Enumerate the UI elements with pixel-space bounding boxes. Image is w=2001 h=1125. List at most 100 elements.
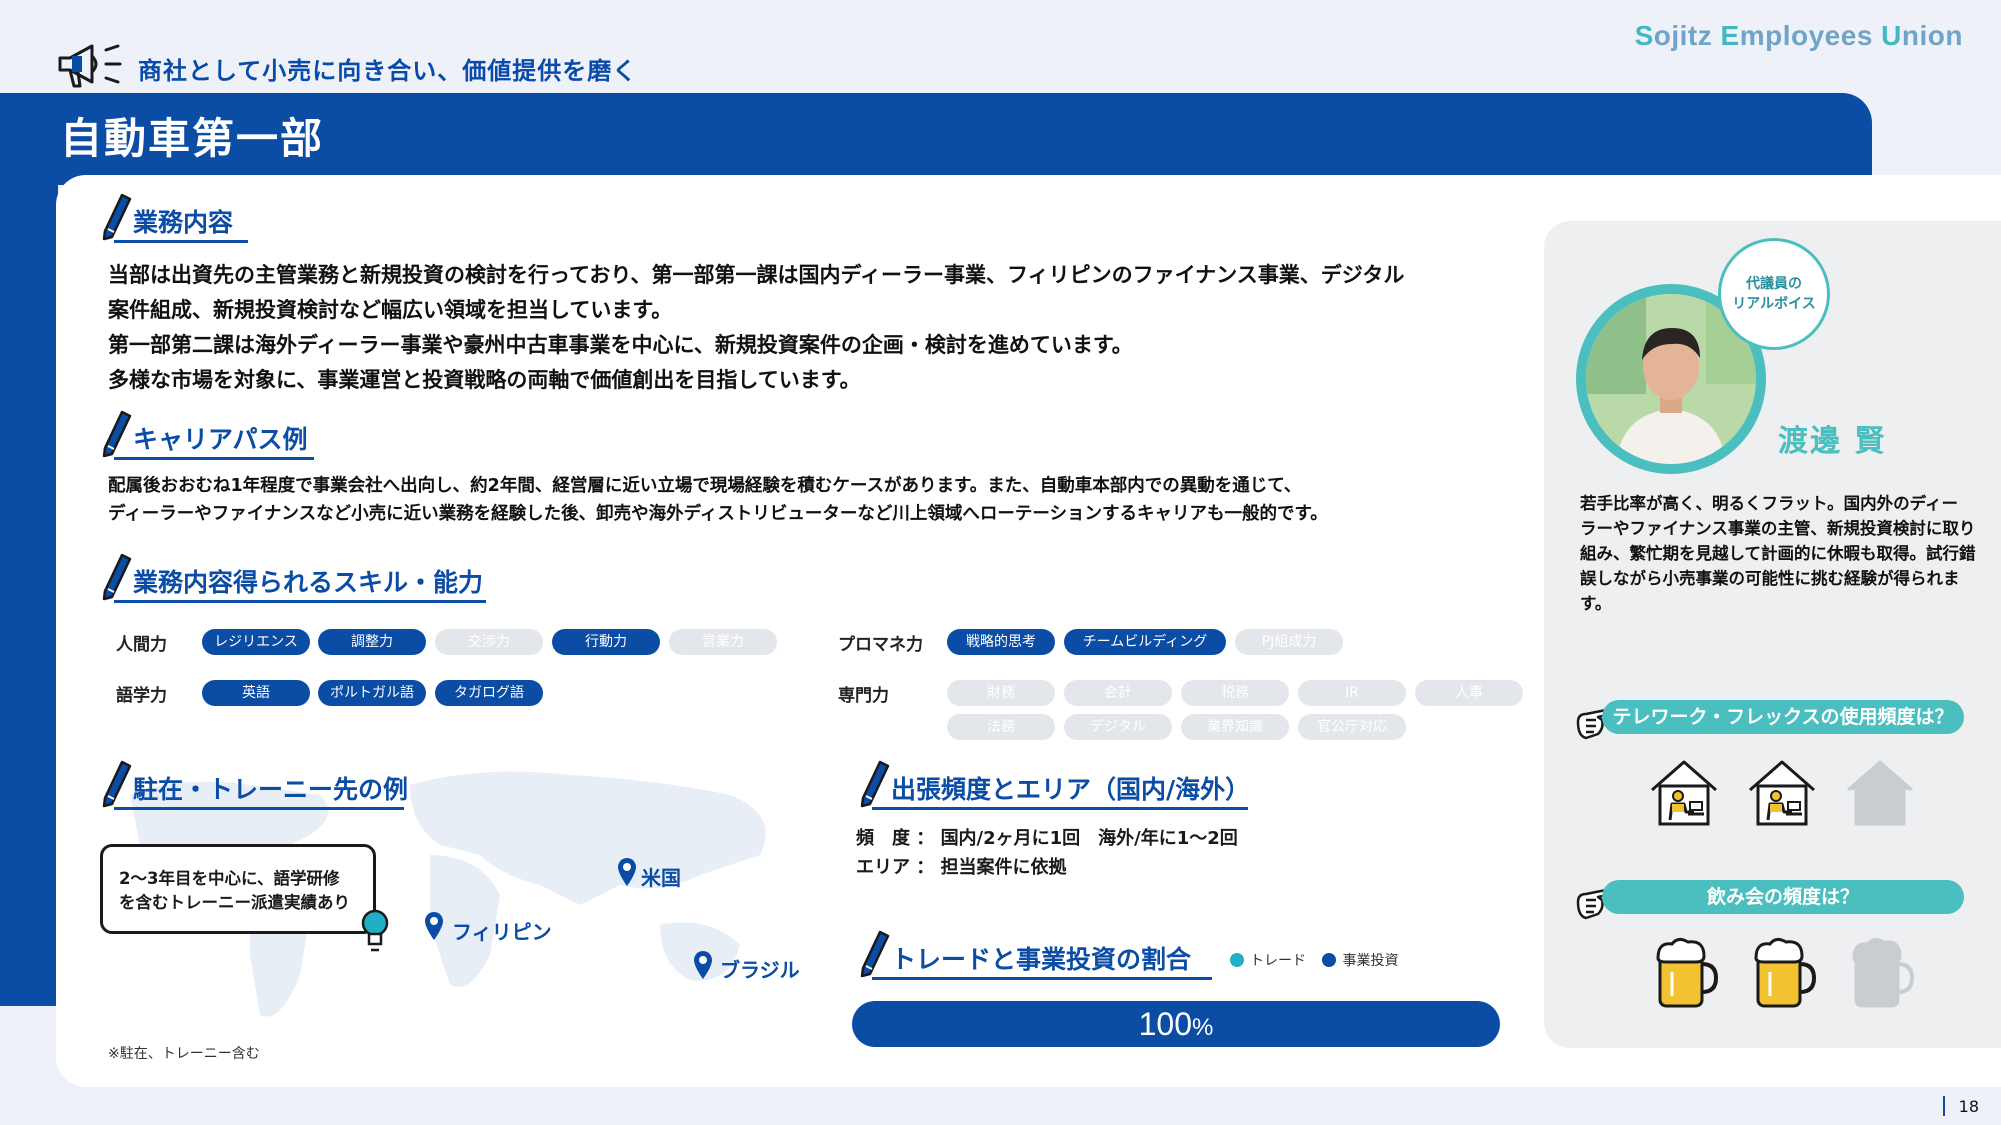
career-line: 配属後おおむね1年程度で事業会社へ出向し、約2年間、経営層に近い立場で現場経験を…	[108, 476, 1302, 496]
voice-line: す。	[1580, 594, 1612, 613]
legend-dot-investment	[1322, 953, 1337, 967]
colon: ：	[916, 857, 935, 878]
voice-bubble: 代議員の リアルボイス	[1718, 238, 1830, 350]
skill-pill: 行動力	[552, 629, 660, 655]
bubble-line: 代議員の	[1746, 276, 1802, 292]
voice-line: 若手比率が高く、明るくフラット。国内外のディー	[1580, 494, 1959, 513]
bubble-line: リアルボイス	[1732, 296, 1816, 312]
remote-work-icon-active	[1744, 754, 1820, 830]
legend-dot-trade	[1230, 953, 1244, 967]
skill-pill: IR	[1298, 680, 1406, 706]
tagline: 商社として小売に向き合い、価値提供を磨く	[138, 57, 638, 85]
section-underline	[114, 457, 314, 460]
skill-pill: 人事	[1415, 680, 1523, 706]
page-number-separator	[1942, 1096, 1945, 1116]
pen-icon	[102, 553, 132, 601]
business-line: 当部は出資先の主管業務と新規投資の検討を行っており、第一部第一課は国内ディーラー…	[108, 263, 1405, 287]
pin-label-usa: 米国	[641, 866, 681, 890]
travel-frequency-row: 頻 度 ： 国内/2ヶ月に1回 海外/年に1～2回	[856, 824, 1238, 853]
business-line: 第一部第二課は海外ディーラー事業や豪州中古車事業を中心に、新規投資案件の企画・検…	[108, 333, 1133, 357]
ratio-value: 100	[1138, 1006, 1193, 1042]
ratio-unit: %	[1192, 1014, 1214, 1041]
legend-label: トレード	[1250, 953, 1306, 969]
question-telework: テレワーク・フレックスの使用頻度は？	[1602, 700, 1964, 734]
pin-label-philippines: フィリピン	[452, 920, 552, 944]
ratio-legend: トレード 事業投資	[1230, 950, 1398, 970]
travel-frequency-value: 国内/2ヶ月に1回 海外/年に1～2回	[940, 828, 1238, 849]
voice-text: 若手比率が高く、明るくフラット。国内外のディー ラーやファイナンス事業の主管、新…	[1580, 491, 1976, 616]
pen-icon	[860, 930, 890, 978]
skill-label-human: 人間力	[116, 635, 167, 655]
section-trainee-title: 駐在・トレーニー先の例	[133, 775, 409, 804]
location-pin-icon	[694, 951, 712, 979]
brand-logo: Sojitz Employees Union	[1634, 20, 1963, 51]
section-business-title: 業務内容	[133, 208, 234, 237]
question-drinking: 飲み会の頻度は？	[1602, 880, 1964, 914]
travel-area-row: エリア ： 担当案件に依拠	[856, 853, 1238, 882]
voice-line: 組み、繁忙期を見越して計画的に休暇も取得。試行錯	[1580, 544, 1976, 563]
voice-line: ラーやファイナンス事業の主管、新規投資検討に取り	[1580, 519, 1976, 538]
business-line: 案件組成、新規投資検討など幅広い領域を担当しています。	[108, 298, 673, 322]
lightbulb-icon	[361, 909, 389, 952]
section-travel-title: 出張頻度とエリア（国内/海外）	[891, 775, 1251, 804]
pin-label-brazil: ブラジル	[720, 958, 800, 982]
skill-label-pm: プロマネ力	[838, 635, 923, 655]
beer-mug-icon-inactive	[1842, 934, 1918, 1010]
section-underline	[872, 977, 1212, 980]
pen-icon	[860, 760, 890, 808]
legend-item-trade: トレード	[1230, 953, 1306, 969]
skill-label-expertise: 専門力	[838, 686, 889, 706]
section-skills-title: 業務内容得られるスキル・能力	[133, 568, 484, 597]
note-line: 2～3年目を中心に、語学研修	[119, 869, 340, 888]
note-line: を含むトレーニー派遣実績あり	[119, 893, 350, 912]
representative-name: 渡邊 賢	[1778, 424, 1887, 459]
travel-details: 頻 度 ： 国内/2ヶ月に1回 海外/年に1～2回 エリア ： 担当案件に依拠	[856, 824, 1238, 882]
section-ratio-title: トレードと事業投資の割合	[891, 945, 1192, 974]
skill-pill: 交渉力	[435, 629, 543, 655]
travel-area-value: 担当案件に依拠	[940, 857, 1067, 878]
ratio-bar: 100%	[852, 1001, 1500, 1047]
skill-pill: PJ組成力	[1235, 629, 1343, 655]
trainee-note: 2～3年目を中心に、語学研修 を含むトレーニー派遣実績あり	[100, 844, 376, 934]
section-underline	[114, 240, 248, 243]
skill-pill: ポルトガル語	[318, 680, 426, 706]
skill-pill: 官公庁対応	[1298, 714, 1406, 740]
skill-pill: 税務	[1181, 680, 1289, 706]
business-line: 多様な市場を対象に、事業運営と投資戦略の両軸で価値創出を目指しています。	[108, 368, 861, 392]
voice-line: 誤しながら小売事業の可能性に挑む経験が得られま	[1580, 569, 1960, 588]
section-underline	[114, 807, 404, 810]
skill-pill: チームビルディング	[1064, 629, 1226, 655]
section-underline	[872, 807, 1248, 810]
skill-pill: 英語	[202, 680, 310, 706]
remote-work-icon-active	[1646, 754, 1722, 830]
skill-pill: 戦略的思考	[947, 629, 1055, 655]
skill-pill: 営業力	[669, 629, 777, 655]
pen-icon	[102, 193, 132, 241]
remote-work-icon-inactive	[1842, 754, 1918, 830]
skill-pill: 財務	[947, 680, 1055, 706]
section-underline	[114, 600, 486, 603]
skill-pill: 調整力	[318, 629, 426, 655]
career-line: ディーラーやファイナンスなど小売に近い業務を経験した後、卸売や海外ディストリビュ…	[108, 504, 1328, 524]
skill-pill: デジタル	[1064, 714, 1172, 740]
skill-pill: 法務	[947, 714, 1055, 740]
colon: ：	[916, 828, 935, 849]
megaphone-icon	[58, 44, 122, 88]
pen-icon	[102, 410, 132, 458]
skill-pill: タガログ語	[435, 680, 543, 706]
skill-label-language: 語学力	[116, 686, 167, 706]
page-number: 18	[1942, 1096, 1979, 1116]
beer-mug-icon-active	[1646, 934, 1722, 1010]
trainee-footnote: ※駐在、トレーニー含む	[108, 1046, 260, 1062]
section-career-title: キャリアパス例	[133, 425, 308, 454]
skill-pill: 会計	[1064, 680, 1172, 706]
travel-frequency-label: 頻 度	[856, 828, 910, 849]
beer-mug-icon-active	[1744, 934, 1820, 1010]
skill-pill: 業界知識	[1181, 714, 1289, 740]
pen-icon	[102, 760, 132, 808]
legend-label: 事業投資	[1342, 953, 1399, 969]
page-number-text: 18	[1958, 1097, 1979, 1116]
travel-area-label: エリア	[856, 857, 910, 878]
left-accent-bar	[0, 180, 58, 1006]
skill-pill: レジリエンス	[202, 629, 310, 655]
